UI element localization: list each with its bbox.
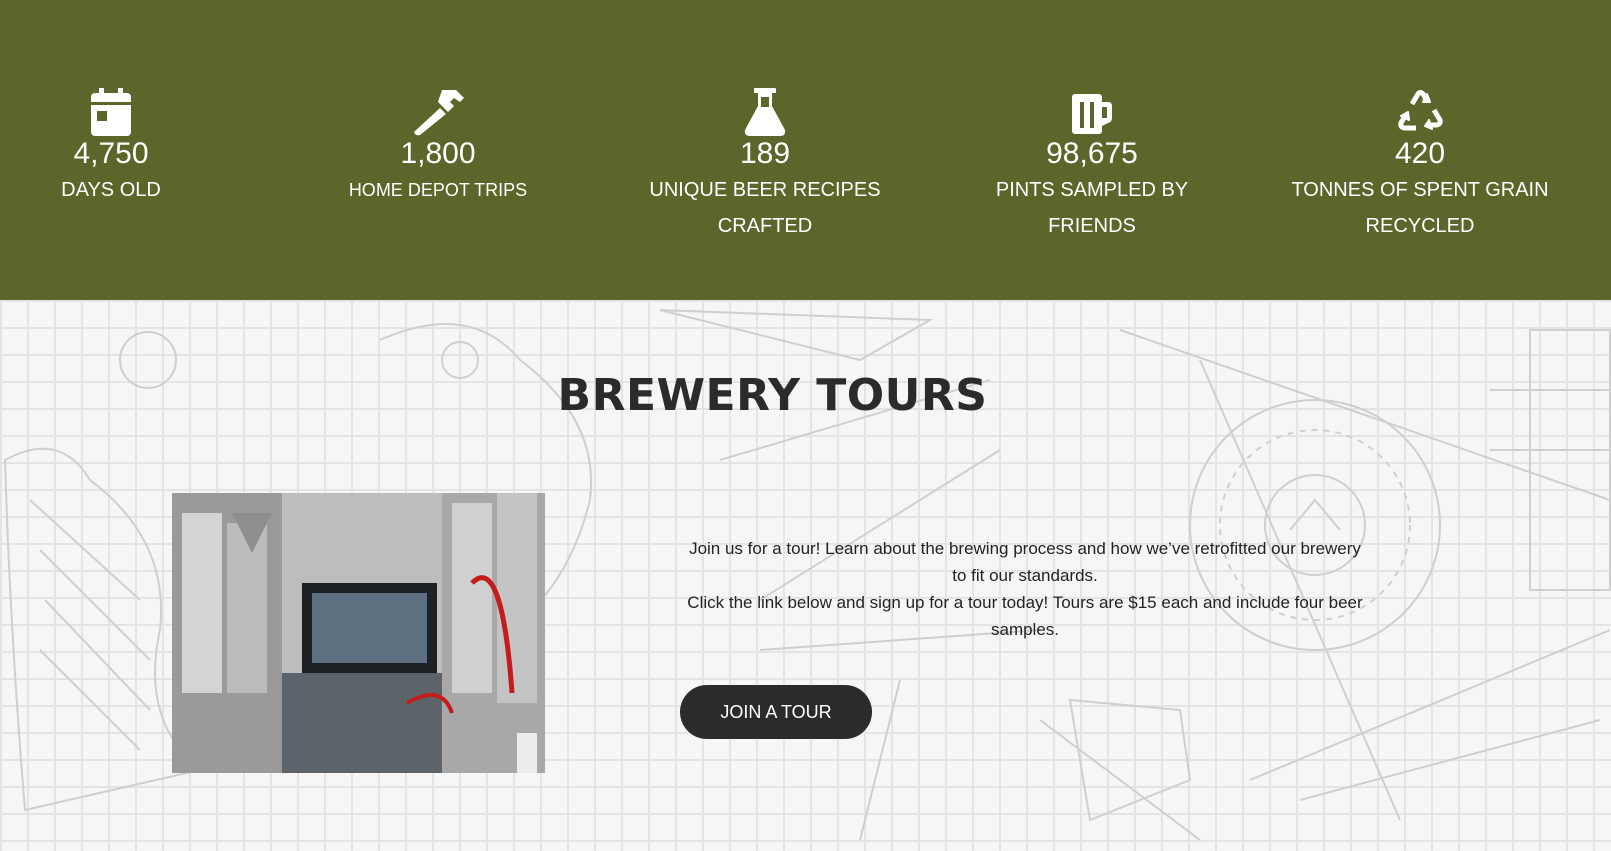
hammer-icon <box>288 88 588 138</box>
stat-value: 98,675 <box>1046 137 1138 170</box>
tours-section: BREWERY TOURS Join us for a tour! Learn … <box>0 300 1611 851</box>
stat-label: UNIQUE BEER RECIPES CRAFTED <box>649 179 881 237</box>
stat-label: DAYS OLD <box>61 179 161 201</box>
stat-home-depot-trips: 1,800 HOME DEPOT TRIPS <box>288 88 588 208</box>
calendar-icon <box>0 88 261 138</box>
tour-description-paragraph: Join us for a tour! Learn about the brew… <box>689 539 1361 585</box>
stat-value: 4,750 <box>73 137 149 170</box>
tour-description: Join us for a tour! Learn about the brew… <box>680 535 1370 643</box>
brewery-photo <box>172 493 545 773</box>
stat-label: PINTS SAMPLED BY FRIENDS <box>995 179 1189 237</box>
page-title: BREWERY TOURS <box>557 370 988 421</box>
stat-spent-grain: 420 TONNES OF SPENT GRAIN RECYCLED <box>1270 88 1570 244</box>
stat-value: 420 <box>1394 137 1446 170</box>
stat-value: 189 <box>739 137 791 170</box>
recycle-icon <box>1270 88 1570 138</box>
join-a-tour-button[interactable]: JOIN A TOUR <box>680 685 872 739</box>
stat-label: HOME DEPOT TRIPS <box>348 180 528 200</box>
stat-days-old: 4,750 DAYS OLD <box>0 88 261 208</box>
stats-band: 4,750 DAYS OLD 1,800 HOME DEPOT TRIPS 18… <box>0 0 1611 300</box>
stat-value: 1,800 <box>400 137 476 170</box>
beer-mug-icon <box>942 88 1242 138</box>
stat-label: TONNES OF SPENT GRAIN RECYCLED <box>1291 179 1549 237</box>
stat-pints-sampled: 98,675 PINTS SAMPLED BY FRIENDS <box>942 88 1242 244</box>
stat-beer-recipes: 189 UNIQUE BEER RECIPES CRAFTED <box>615 88 915 244</box>
tour-description-paragraph: Click the link below and sign up for a t… <box>687 593 1363 639</box>
flask-icon <box>615 88 915 138</box>
